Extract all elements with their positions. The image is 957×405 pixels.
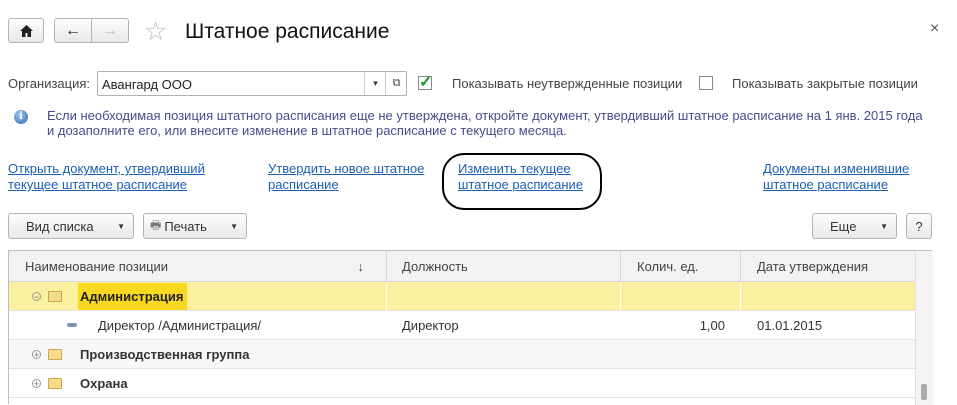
column-header-qty[interactable]: Колич. ед. [621,251,741,281]
show-closed-label[interactable]: Показывать закрытые позиции [732,76,918,91]
table-row[interactable]: + Производственная группа [9,340,915,369]
more-label: Еще [830,218,857,234]
org-input[interactable]: Авангард ООО ▼ ⧉ [97,71,407,96]
page-title: Штатное расписание [185,20,390,43]
folder-icon [48,348,62,360]
print-label: Печать [164,218,207,234]
sort-down-icon: ↓ [357,258,365,274]
row-name: Администрация [78,282,188,310]
row-name: Директор /Администрация/ [98,317,262,333]
arrow-right-icon: → [102,21,118,39]
positions-table: Наименование позиции ↓ Должность Колич. е… [8,250,933,405]
table-header: Наименование позиции ↓ Должность Колич. е… [9,251,915,282]
org-label: Организация: [8,76,91,91]
more-button[interactable]: Еще ▼ [812,213,897,239]
print-button[interactable]: 🖶 Печать ▼ [143,213,247,239]
column-header-name[interactable]: Наименование позиции ↓ [9,251,387,281]
show-unapproved-label[interactable]: Показывать неутвержденные позиции [452,76,682,91]
row-date: 01.01.2015 [757,317,823,333]
view-list-button[interactable]: Вид списка ▼ [8,213,134,239]
row-name: Охрана [80,375,128,391]
approve-new-schedule-link[interactable]: Утвердить новое штатное расписание [268,161,424,193]
forward-button[interactable]: → [91,18,129,43]
back-button[interactable]: ← [54,18,92,43]
close-icon[interactable]: × [930,20,939,38]
info-line-2: и дозаполните его, или внесите изменение… [47,123,567,138]
printer-icon: 🖶 [150,217,162,232]
position-item-icon [67,323,77,327]
changing-documents-link[interactable]: Документы изменившие штатное расписание [763,161,909,193]
table-row[interactable]: + Охрана [9,369,915,398]
scrollbar[interactable] [915,251,933,405]
column-header-date[interactable]: Дата утверждения [741,251,915,281]
dropdown-button[interactable]: ▼ [364,72,386,95]
collapse-icon[interactable]: − [32,291,41,301]
info-icon: i [14,110,28,124]
help-button[interactable]: ? [906,213,932,239]
open-approving-document-link[interactable]: Открыть документ, утвердивший текущее шта… [8,161,205,193]
chevron-down-icon: ▼ [117,221,125,231]
show-closed-checkbox[interactable] [699,76,713,90]
chevron-down-icon: ▼ [230,221,238,231]
expand-icon[interactable]: + [32,349,41,359]
table-row[interactable]: − Администрация [9,282,915,311]
chevron-down-icon: ▼ [880,221,888,231]
org-value: Авангард ООО [102,77,192,92]
folder-icon [48,377,62,389]
row-name: Производственная группа [80,346,250,362]
checkmark-icon: ✓ [419,74,433,91]
favorite-star-icon[interactable]: ☆ [144,16,167,47]
folder-icon [48,290,62,302]
home-button[interactable] [8,18,44,43]
row-qty: 1,00 [699,317,725,333]
home-icon [19,24,33,37]
expand-icon[interactable]: + [32,378,41,388]
scrollbar-thumb[interactable] [921,384,927,400]
open-icon[interactable]: ⧉ [385,72,407,95]
change-current-schedule-link[interactable]: Изменить текущее штатное расписание [458,161,583,193]
info-line-1: Если необходимая позиция штатного распис… [47,108,923,123]
table-row[interactable]: Директор /Администрация/ Директор 1,00 0… [9,311,915,340]
show-unapproved-checkbox[interactable]: ✓ [418,74,432,91]
row-position: Директор [402,317,459,333]
column-header-position[interactable]: Должность [387,251,621,281]
view-list-label: Вид списка [26,218,94,234]
arrow-left-icon: ← [65,21,81,39]
